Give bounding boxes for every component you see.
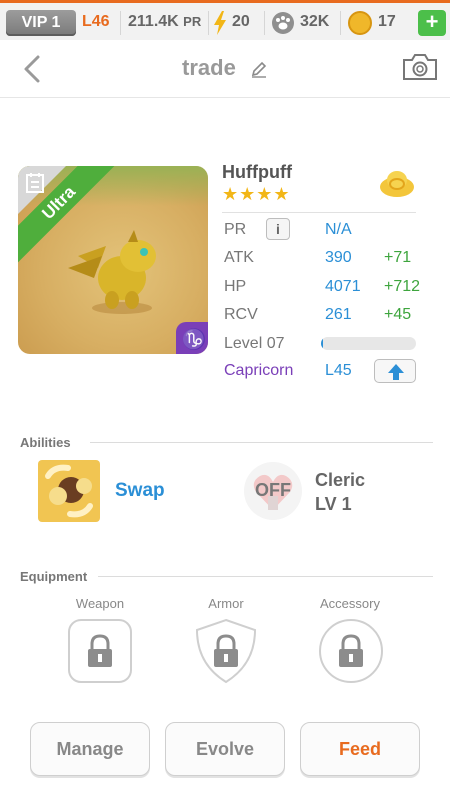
stat-value-hp: 4071 xyxy=(325,278,361,295)
section-divider xyxy=(90,442,433,443)
arrow-up-icon xyxy=(388,364,404,380)
camera-icon[interactable] xyxy=(402,52,438,82)
power-value: 211.4K xyxy=(128,13,179,30)
monster-portrait[interactable]: Ultra ♑ xyxy=(18,166,208,354)
stat-label-hp: HP xyxy=(224,278,247,295)
stat-label-rcv: RCV xyxy=(224,306,258,323)
zodiac-level: L45 xyxy=(325,362,352,379)
energy-bolt-icon xyxy=(214,11,226,35)
section-divider xyxy=(98,576,433,577)
coin-icon xyxy=(348,11,372,35)
page-title: trade xyxy=(0,55,450,81)
stat-value-rcv: 261 xyxy=(325,306,352,323)
slot-label-weapon: Weapon xyxy=(75,596,125,611)
swap-ability-icon[interactable] xyxy=(38,460,100,522)
xp-progress-bar xyxy=(321,337,416,350)
name-divider xyxy=(222,212,416,213)
page-title-text: trade xyxy=(182,55,236,80)
stat-bonus-rcv: +45 xyxy=(384,306,412,323)
ability-name-cleric: Cleric xyxy=(315,470,366,490)
feed-button[interactable]: Feed xyxy=(300,722,420,776)
ability-name-swap[interactable]: Swap xyxy=(115,480,165,502)
coin-count: 17 xyxy=(378,13,396,30)
paw-count: 32K xyxy=(300,13,330,30)
stat-label-atk: ATK xyxy=(224,249,254,266)
stat-value-atk: 390 xyxy=(325,249,352,266)
player-level: L46 xyxy=(82,13,110,30)
power-unit: PR xyxy=(183,14,202,29)
vip-badge[interactable]: VIP 1 xyxy=(6,10,76,36)
stat-label-pr: PR xyxy=(224,221,247,238)
weapon-slot[interactable] xyxy=(67,618,133,684)
element-icon xyxy=(26,173,44,193)
info-button[interactable]: i xyxy=(266,218,290,240)
equipment-heading: Equipment xyxy=(20,569,88,584)
power-rating: 211.4K PR xyxy=(128,13,201,31)
stat-value-pr: N/A xyxy=(325,221,352,238)
manage-button[interactable]: Manage xyxy=(30,722,150,776)
stat-bonus-hp: +712 xyxy=(384,278,421,295)
xp-progress-fill xyxy=(321,337,323,350)
ability-off-label: OFF xyxy=(255,480,291,500)
evolve-button[interactable]: Evolve xyxy=(165,722,285,776)
pencil-icon[interactable] xyxy=(250,60,268,78)
accessory-slot[interactable] xyxy=(318,618,384,684)
zodiac-name: Capricorn xyxy=(224,362,294,379)
monster-name: Huffpuff xyxy=(222,162,292,182)
separator xyxy=(120,11,121,35)
energy-count: 20 xyxy=(232,13,250,30)
armor-slot[interactable] xyxy=(193,618,259,684)
element-cloud-icon xyxy=(380,171,414,197)
monster-image xyxy=(68,230,156,314)
separator xyxy=(264,11,265,35)
abilities-heading: Abilities xyxy=(20,435,71,450)
add-coins-button[interactable]: + xyxy=(418,10,446,36)
status-bar: VIP 1 L46 211.4K PR 20 32K 17 + xyxy=(0,0,450,40)
separator xyxy=(208,11,209,35)
slot-label-accessory: Accessory xyxy=(320,596,380,611)
slot-label-armor: Armor xyxy=(208,596,244,611)
paw-icon xyxy=(272,12,294,34)
stat-bonus-atk: +71 xyxy=(384,249,412,266)
zodiac-upgrade-button[interactable] xyxy=(374,359,416,383)
monster-level: Level 07 xyxy=(224,335,285,352)
page-header: trade xyxy=(0,40,450,98)
ability-level-cleric: LV 1 xyxy=(315,494,352,514)
star-rating: ★★★★ xyxy=(222,184,291,204)
separator xyxy=(340,11,341,35)
zodiac-badge: ♑ xyxy=(176,322,208,354)
